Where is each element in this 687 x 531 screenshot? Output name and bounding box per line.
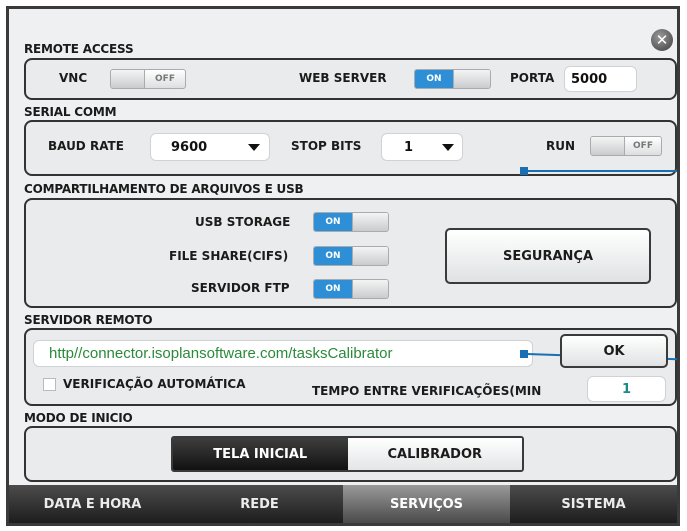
- ftp-toggle[interactable]: ON: [313, 279, 389, 299]
- ftp-label: SERVIDOR FTP: [191, 281, 290, 295]
- bottom-nav: DATA E HORA REDE SERVIÇOS SISTEMA: [9, 485, 677, 523]
- close-icon: ✕: [655, 30, 669, 49]
- auto-check-label: VERIFICAÇÃO AUTOMÁTICA: [63, 377, 246, 391]
- stop-bits-select[interactable]: 1: [381, 133, 463, 161]
- baud-rate-select[interactable]: 9600: [150, 133, 270, 161]
- usb-storage-state: ON: [314, 213, 352, 231]
- file-share-toggle[interactable]: ON: [313, 246, 389, 266]
- usb-storage-toggle[interactable]: ON: [313, 212, 389, 232]
- vnc-label: VNC: [59, 71, 88, 85]
- serial-comm-title: SERIAL COMM: [24, 105, 117, 119]
- close-button[interactable]: ✕: [651, 29, 673, 51]
- remote-server-title: SERVIDOR REMOTO: [24, 313, 153, 327]
- porta-input[interactable]: 5000: [564, 66, 637, 92]
- vnc-toggle[interactable]: OFF: [110, 69, 186, 89]
- web-server-label: WEB SERVER: [299, 71, 387, 85]
- start-mode-title: MODO DE INICIO: [24, 411, 133, 425]
- remote-access-title: REMOTE ACCESS: [24, 42, 134, 56]
- run-state: OFF: [633, 141, 653, 151]
- auto-check-checkbox[interactable]: [43, 378, 56, 391]
- run-toggle[interactable]: OFF: [590, 136, 662, 156]
- web-server-state: ON: [415, 70, 453, 88]
- security-button[interactable]: SEGURANÇA: [445, 228, 651, 284]
- file-share-state: ON: [314, 247, 352, 265]
- baud-rate-label: BAUD RATE: [48, 139, 124, 153]
- stop-bits-value: 1: [404, 139, 414, 155]
- ok-button[interactable]: OK: [560, 334, 668, 368]
- chevron-down-icon: [248, 144, 260, 151]
- callout-line: [527, 170, 677, 172]
- interval-input[interactable]: 1: [587, 376, 666, 402]
- ftp-state: ON: [314, 280, 352, 298]
- chevron-down-icon: [442, 144, 454, 151]
- baud-rate-value: 9600: [171, 139, 208, 155]
- porta-label: PORTA: [510, 71, 555, 85]
- usb-storage-label: USB STORAGE: [195, 215, 291, 229]
- tab-data-e-hora[interactable]: DATA E HORA: [9, 485, 176, 523]
- interval-label: TEMPO ENTRE VERIFICAÇÕES(MIN: [312, 384, 542, 398]
- file-sharing-title: COMPARTILHAMENTO DE ARQUIVOS E USB: [24, 182, 304, 196]
- file-share-label: FILE SHARE(CIFS): [169, 249, 289, 263]
- start-mode-segmented: TELA INICIAL CALIBRADOR: [171, 436, 524, 472]
- web-server-toggle[interactable]: ON: [414, 69, 491, 89]
- start-mode-tela-inicial[interactable]: TELA INICIAL: [173, 438, 348, 470]
- tab-rede[interactable]: REDE: [176, 485, 343, 523]
- tab-sistema[interactable]: SISTEMA: [510, 485, 677, 523]
- stop-bits-label: STOP BITS: [291, 139, 362, 153]
- url-input[interactable]: http//connector.isoplansoftware.com/task…: [33, 340, 533, 367]
- run-label: RUN: [546, 139, 576, 153]
- tab-servicos[interactable]: SERVIÇOS: [343, 485, 510, 523]
- start-mode-calibrador[interactable]: CALIBRADOR: [347, 438, 522, 470]
- vnc-state: OFF: [155, 74, 175, 84]
